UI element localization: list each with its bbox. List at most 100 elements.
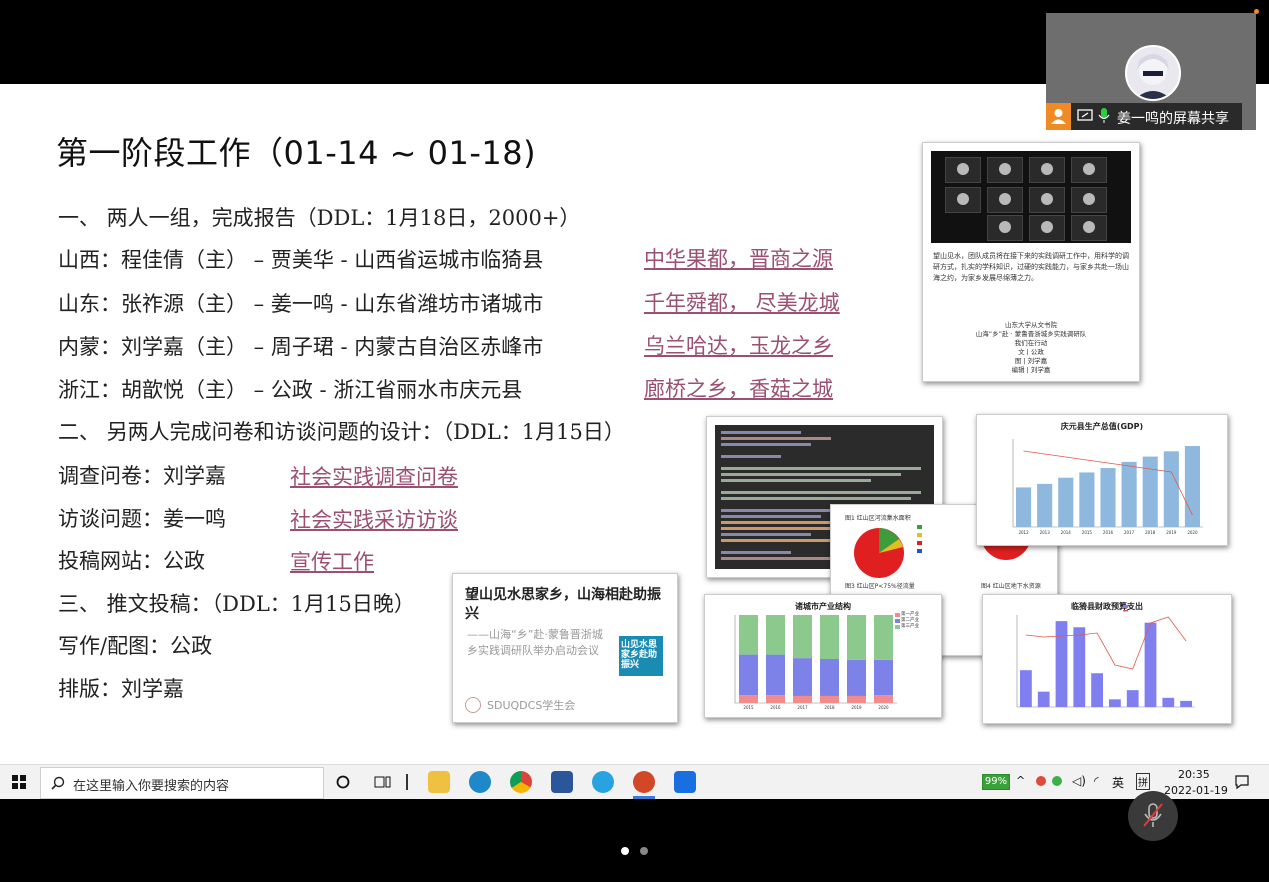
industry-bar-2017-1 [793, 658, 812, 696]
screen-share-panel[interactable]: 姜一鸣的屏幕共享 [1046, 13, 1256, 130]
gdp-tick-2013: 2013 [1040, 530, 1051, 535]
link-zhejiang-slogan[interactable]: 廊桥之乡，香菇之城 [644, 373, 833, 403]
budget-chart-svg [1016, 605, 1195, 708]
section-two-heading: 二、 另两人完成问卷和访谈问题的设计：（DDL：1月15日） [58, 420, 625, 444]
industry-legend-swatch-1 [895, 619, 900, 623]
ime-language[interactable]: 英 [1112, 774, 1124, 791]
mute-microphone-button[interactable] [1128, 791, 1178, 841]
industry-legend-3: 第三产业 [901, 624, 919, 629]
page-indicator-active[interactable] [621, 847, 629, 855]
taskbar-search-box[interactable]: 在这里输入你要搜索的内容 [40, 767, 324, 799]
link-neimeng-slogan[interactable]: 乌兰哈达，玉龙之乡 [644, 330, 833, 360]
industry-bar-2018-2 [820, 615, 839, 659]
line-shandong: 山东：张祚源（主） – 姜一鸣 - 山东省潍坊市诸城市 [58, 292, 544, 316]
search-placeholder: 在这里输入你要搜索的内容 [73, 779, 230, 794]
gdp-tick-2014: 2014 [1061, 530, 1072, 535]
report-credit-6: 编辑 | 刘学嘉 [1011, 366, 1051, 374]
report-credit-5: 图 | 刘学嘉 [1014, 357, 1048, 365]
budget-bar-8 [1162, 697, 1175, 707]
budget-bar-0 [1020, 670, 1032, 707]
notification-center-icon[interactable] [1234, 774, 1250, 790]
line-shanxi: 山西：程佳倩（主） – 贾美华 - 山西省运城市临猗县 [58, 248, 544, 272]
line-interview: 访谈问题：姜一鸣 [58, 507, 226, 531]
industry-bar-2015-0 [739, 695, 758, 703]
gdp-bar-2017 [1121, 461, 1137, 527]
line-website: 投稿网站：公政 [58, 549, 205, 573]
budget-line [1025, 616, 1187, 670]
page-indicator-inactive[interactable] [640, 847, 648, 855]
tencent-meeting-icon[interactable] [674, 771, 696, 793]
line-zhejiang: 浙江：胡歆悦（主） – 公政 - 浙江省丽水市庆元县 [58, 378, 523, 402]
word-icon[interactable] [551, 771, 573, 793]
wechat-tray-icon[interactable] [1052, 776, 1062, 786]
link-shanxi-slogan[interactable]: 中华果都，晋商之源 [644, 243, 833, 273]
tray-app-icon[interactable] [1036, 776, 1046, 786]
report-credit-1: 山东大学从文书院 [1005, 321, 1057, 329]
gdp-tick-2020: 2020 [1187, 530, 1198, 535]
chrome-browser-icon[interactable] [510, 771, 532, 793]
industry-bar-2020-0 [874, 695, 893, 703]
link-questionnaire[interactable]: 社会实践调查问卷 [290, 461, 458, 491]
report-credit-3: 我们在行动 [1014, 339, 1048, 347]
gdp-bar-2016 [1100, 468, 1116, 527]
task-view-icon[interactable] [374, 774, 392, 790]
powerpoint-icon[interactable] [633, 771, 655, 793]
shared-slide: 第一阶段工作（01-14 ~ 01-18) 一、 两人一组，完成报告（DDL：1… [0, 84, 1269, 764]
gdp-bar-2012 [1016, 487, 1032, 527]
wifi-icon[interactable]: ◜ [1094, 774, 1099, 788]
link-publicity[interactable]: 宣传工作 [290, 546, 374, 576]
article-cover-image: 山见水思家乡赴助振兴 [619, 636, 663, 676]
industry-bar-2015-1 [739, 654, 758, 696]
screen-share-icon [1077, 109, 1093, 121]
industry-tick-2018: 2018 [824, 705, 835, 710]
industry-tick-2020: 2020 [878, 705, 889, 710]
ie-browser-icon[interactable] [592, 771, 614, 793]
source-logo-icon [465, 697, 481, 713]
line-layout: 排版：刘学嘉 [58, 677, 184, 701]
taskbar-separator [406, 774, 408, 790]
edge-browser-icon[interactable] [469, 771, 491, 793]
industry-tick-2019: 2019 [851, 705, 862, 710]
gdp-tick-2015: 2015 [1082, 530, 1093, 535]
ime-pinyin[interactable]: 拼 [1136, 773, 1150, 790]
industry-bar-2016-2 [766, 615, 785, 655]
budget-bar-7 [1144, 622, 1157, 707]
budget-chart: 临猗县财政预算支出 [982, 594, 1232, 724]
status-dot [1254, 9, 1259, 14]
industry-bar-2016-0 [766, 695, 785, 703]
line-writing: 写作/配图：公政 [58, 634, 213, 658]
slide-title: 第一阶段工作（01-14 ~ 01-18) [56, 134, 537, 172]
link-interview[interactable]: 社会实践采访访谈 [290, 504, 458, 534]
gdp-bar-2018 [1142, 456, 1158, 527]
article-cover-text: 山见水思家乡赴助振兴 [621, 640, 658, 670]
budget-bar-6 [1126, 690, 1139, 707]
industry-bar-2015-2 [739, 615, 758, 655]
tray-expand-icon[interactable]: ^ [1016, 774, 1025, 787]
gdp-chart: 庆元县生产总值(GDP) 2012 2013 2014 2015 2016 2017 201… [976, 414, 1228, 546]
active-app-indicator [633, 796, 655, 799]
microphone-icon [1098, 108, 1110, 123]
link-shandong-slogan[interactable]: 千年舜都， 尽美龙城 [644, 287, 840, 317]
windows-start-icon[interactable] [12, 775, 26, 789]
file-explorer-icon[interactable] [428, 771, 450, 793]
article-thumbnail: 望山见水思家乡，山海相赴助振兴 ——山海“乡”赴·蒙鲁晋浙城乡实践调研队举办启动… [452, 573, 678, 723]
line-questionnaire: 调查问卷：刘学嘉 [58, 464, 226, 488]
cortana-icon[interactable] [336, 775, 350, 789]
clock-time[interactable]: 20:35 [1178, 768, 1210, 781]
gdp-tick-2016: 2016 [1103, 530, 1114, 535]
industry-chart: 诸城市产业结构 2015 2016 2017 2018 2019 2020 第一产业 第二… [704, 594, 942, 718]
industry-bar-2020-2 [874, 615, 893, 660]
presenter-avatar [1125, 45, 1181, 101]
volume-icon[interactable]: ◁) [1072, 774, 1086, 788]
pie4-label: 图4 红山区地下水资源 [981, 583, 1041, 590]
industry-tick-2016: 2016 [770, 705, 781, 710]
report-credit-2: 山海“乡”赴 · 蒙鲁晋浙城乡实践调研队 [975, 330, 1087, 338]
clock-date[interactable]: 2022-01-19 [1164, 784, 1228, 797]
line-neimeng: 内蒙：刘学嘉（主） – 周子珺 - 内蒙古自治区赤峰市 [58, 335, 544, 359]
battery-indicator[interactable]: 99% [982, 774, 1010, 790]
search-icon [51, 776, 65, 790]
industry-bar-2019-1 [847, 659, 866, 696]
industry-bar-2018-0 [820, 695, 839, 703]
share-label-bar: 姜一鸣的屏幕共享 [1046, 103, 1242, 130]
gdp-bar-2015 [1079, 472, 1095, 527]
